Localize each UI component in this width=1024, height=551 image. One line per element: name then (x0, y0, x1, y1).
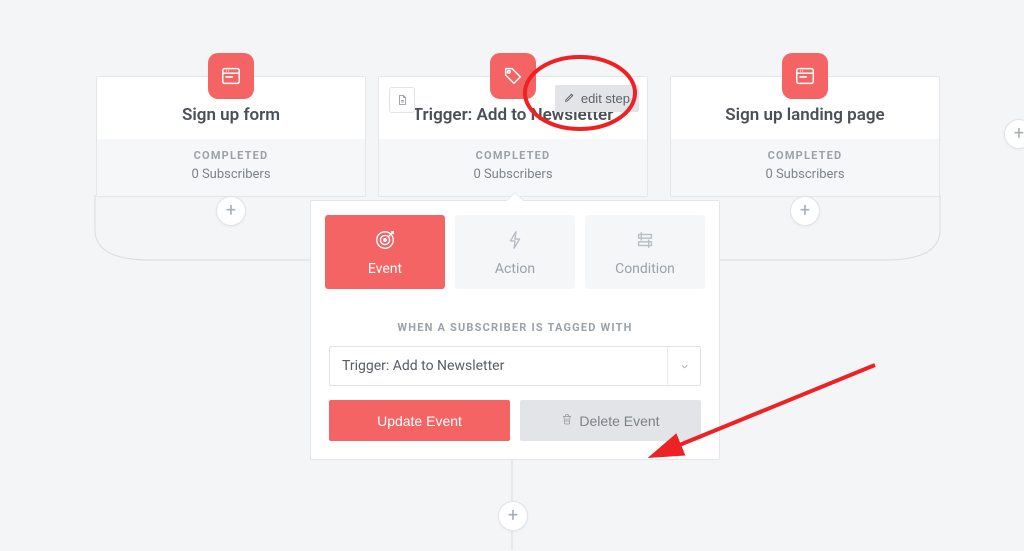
button-label: Delete Event (579, 413, 659, 429)
step-card-signup-form[interactable]: Sign up form COMPLETED 0 Subscribers (96, 76, 366, 197)
step-card-landing-page[interactable]: Sign up landing page COMPLETED 0 Subscri… (670, 76, 940, 197)
bolt-icon (461, 229, 569, 255)
page-icon (208, 53, 254, 99)
status-completed: COMPLETED (105, 149, 357, 162)
tab-label: Condition (615, 261, 675, 277)
panel-arrow (507, 193, 523, 201)
tab-action[interactable]: Action (455, 215, 575, 289)
trash-icon (561, 412, 573, 429)
subscribers-count: 0 Subscribers (105, 167, 357, 182)
step-card-trigger[interactable]: edit step Trigger: Add to Newsletter COM… (378, 76, 648, 197)
status-completed: COMPLETED (387, 149, 639, 162)
subscribers-count: 0 Subscribers (679, 167, 931, 182)
button-label: Update Event (377, 413, 462, 429)
update-event-button[interactable]: Update Event (329, 400, 510, 441)
tab-label: Action (495, 261, 535, 277)
tab-label: Event (368, 261, 402, 277)
target-icon (331, 229, 439, 255)
section-label: WHEN A SUBSCRIBER IS TAGGED WITH (329, 321, 701, 334)
tab-event[interactable]: Event (325, 215, 445, 289)
delete-event-button[interactable]: Delete Event (520, 400, 701, 441)
edit-step-button[interactable]: edit step (555, 85, 639, 112)
step-editor-panel: Event Action (310, 200, 720, 460)
condition-icon (591, 229, 699, 255)
tag-icon (490, 53, 536, 99)
add-step-button[interactable]: + (790, 196, 820, 226)
page-icon (782, 53, 828, 99)
tab-condition[interactable]: Condition (585, 215, 705, 289)
subscribers-count: 0 Subscribers (387, 167, 639, 182)
status-completed: COMPLETED (679, 149, 931, 162)
add-step-button[interactable]: + (216, 196, 246, 226)
chevron-down-icon[interactable] (667, 346, 701, 386)
edit-step-label: edit step (581, 91, 630, 106)
file-icon (389, 87, 415, 113)
add-step-button[interactable]: + (1004, 119, 1024, 149)
tag-select-value[interactable]: Trigger: Add to Newsletter (329, 346, 701, 386)
tag-select[interactable]: Trigger: Add to Newsletter (329, 346, 701, 386)
pencil-icon (564, 91, 576, 106)
add-step-button[interactable]: + (498, 501, 528, 531)
